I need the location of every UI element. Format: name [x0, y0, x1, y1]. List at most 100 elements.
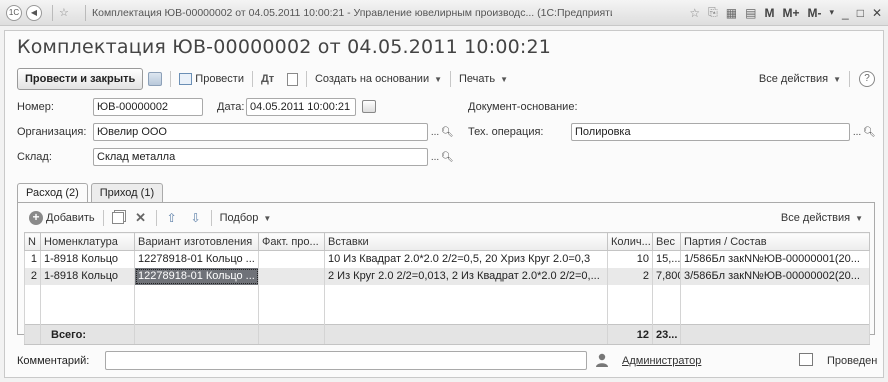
tab-expense[interactable]: Расход (2) [17, 183, 88, 203]
table-all-actions-menu[interactable]: Все действия ▼ [776, 207, 868, 229]
base-document-label: Документ-основание: [468, 101, 578, 113]
calendar-icon[interactable]: ▤ [745, 6, 756, 20]
post-and-close-button[interactable]: Провести и закрыть [17, 68, 144, 90]
date-field[interactable]: 04.05.2011 10:00:21 [246, 98, 356, 116]
all-actions-menu[interactable]: Все действия ▼ [754, 68, 846, 90]
column-header[interactable]: Факт. про... [258, 232, 325, 251]
select-ellipsis-button[interactable]: ... [430, 127, 440, 138]
page-title: Комплектация ЮВ-00000002 от 04.05.2011 1… [17, 36, 552, 58]
organization-label: Организация: [17, 126, 87, 138]
window-controls: ☆ ⎘ ▦ ▤ M M+ M- ▾ _ □ ✕ [689, 5, 882, 20]
footer-total-qty: 12 [607, 324, 653, 345]
number-label: Номер: [17, 101, 54, 113]
copy-icon [111, 212, 124, 224]
cell-weight[interactable]: 15,... [652, 250, 681, 268]
print-label: Печать [459, 73, 496, 85]
open-search-icon[interactable]: 🔍︎ [441, 127, 454, 138]
dropdown-icon[interactable]: ▾ [829, 7, 834, 18]
chevron-down-icon: ▼ [833, 74, 841, 84]
cell-n[interactable]: 2 [24, 267, 41, 285]
cell-batch[interactable]: 1/586Бл закN№ЮВ-00000001(20... [680, 250, 870, 268]
favorite-star-icon[interactable]: ☆ [689, 6, 700, 20]
calendar-icon[interactable] [362, 100, 376, 113]
help-icon[interactable]: ? [859, 71, 875, 87]
cell-fact[interactable] [258, 267, 325, 285]
chevron-down-icon: ▼ [434, 74, 443, 84]
app-logo-icon[interactable]: 1С [6, 4, 22, 21]
arrow-down-icon: ⇩ [190, 211, 201, 225]
memory-m-button[interactable]: M [764, 6, 774, 20]
report-button[interactable] [282, 68, 303, 90]
cell-inserts[interactable]: 10 Из Квадрат 2.0*2.0 2/2=0,5, 20 Хриз К… [324, 250, 608, 268]
cell-weight[interactable]: 7,800 [652, 267, 681, 285]
author-link[interactable]: Администратор [622, 355, 701, 367]
save-button[interactable] [143, 68, 167, 90]
number-field[interactable]: ЮВ-00000002 [93, 98, 203, 116]
delete-row-button[interactable]: ✕ [129, 207, 153, 229]
debit-credit-icon: Дт [260, 73, 275, 85]
back-arrow-icon[interactable]: ◀ [26, 4, 42, 21]
open-search-icon[interactable]: 🔍︎ [441, 152, 454, 163]
footer-total-label: Всего: [40, 324, 135, 345]
column-header[interactable]: Вес [652, 232, 681, 251]
select-ellipsis-button[interactable]: ... [852, 127, 862, 138]
cell-n[interactable]: 1 [24, 250, 41, 268]
selection-menu[interactable]: Подбор ▼ [215, 207, 277, 229]
table-row[interactable]: 1 1-8918 Кольцо 12278918-01 Кольцо ... 1… [24, 250, 870, 268]
save-disk-icon [148, 72, 163, 86]
favorite-star-icon[interactable]: ☆ [59, 6, 73, 19]
column-header[interactable]: Вариант изготовления [134, 232, 259, 251]
table-row[interactable]: 2 1-8918 Кольцо 12278918-01 Кольцо ... 2… [24, 267, 870, 285]
print-menu[interactable]: Печать ▼ [454, 68, 513, 90]
select-ellipsis-button[interactable]: ... [430, 152, 440, 163]
toolbar-separator [849, 71, 850, 87]
move-down-button[interactable]: ⇩ [184, 207, 208, 229]
cell-variant[interactable]: 12278918-01 Кольцо ... [134, 250, 259, 268]
tech-operation-field[interactable]: Полировка [571, 123, 850, 141]
cell-item[interactable]: 1-8918 Кольцо [40, 250, 135, 268]
maximize-button[interactable]: □ [857, 6, 864, 20]
table-footer-row: Всего: 12 23... [24, 324, 870, 345]
cell-qty[interactable]: 2 [607, 267, 653, 285]
memory-mminus-button[interactable]: M- [807, 6, 821, 20]
open-search-icon[interactable]: 🔍︎ [863, 127, 876, 138]
move-up-button[interactable]: ⇧ [160, 207, 184, 229]
cell-inserts[interactable]: 2 Из Круг 2.0 2/2=0,013, 2 Из Квадрат 2.… [324, 267, 608, 285]
toolbar-separator [102, 210, 104, 226]
cell-item[interactable]: 1-8918 Кольцо [40, 267, 135, 285]
expense-table: N Номенклатура Вариант изготовления Факт… [24, 232, 870, 345]
movements-button[interactable]: Дт [256, 68, 282, 90]
toolbar-right: Все действия ▼ ? [754, 68, 875, 90]
post-button[interactable]: Провести [174, 68, 249, 90]
column-header[interactable]: Вставки [324, 232, 608, 251]
tech-operation-label: Тех. операция: [468, 126, 544, 138]
all-actions-label: Все действия [758, 73, 829, 85]
cell-qty[interactable]: 10 [607, 250, 653, 268]
memory-mplus-button[interactable]: M+ [782, 6, 799, 20]
column-header[interactable]: Номенклатура [40, 232, 135, 251]
minimize-button[interactable]: _ [842, 6, 849, 20]
cell-variant[interactable]: 12278918-01 Кольцо ... [134, 267, 259, 285]
cell-fact[interactable] [258, 250, 325, 268]
cell-batch[interactable]: 3/586Бл закN№ЮВ-00000002(20... [680, 267, 870, 285]
link-icon[interactable]: ⎘ [708, 5, 718, 20]
copy-row-button[interactable] [107, 207, 129, 229]
footer-cell [258, 324, 325, 345]
form-toolbar: Провести и закрыть Провести Дт Создать н… [17, 67, 875, 91]
column-header[interactable]: N [24, 232, 41, 251]
warehouse-field[interactable]: Склад металла [93, 148, 428, 166]
add-row-button[interactable]: + Добавить [24, 207, 100, 229]
column-header[interactable]: Колич... [607, 232, 653, 251]
create-based-on-menu[interactable]: Создать на основании ▼ [310, 68, 447, 90]
organization-field[interactable]: Ювелир ООО [93, 123, 428, 141]
comment-field[interactable] [105, 351, 587, 370]
table-empty-area[interactable] [24, 284, 870, 325]
calculator-icon[interactable]: ▦ [726, 6, 737, 20]
toolbar-separator [155, 210, 157, 226]
tech-operation-field-buttons: ... 🔍︎ [852, 123, 876, 141]
titlebar-separator [52, 4, 53, 21]
close-button[interactable]: ✕ [872, 6, 882, 20]
tab-income[interactable]: Приход (1) [90, 183, 164, 202]
toolbar-separator [450, 71, 452, 87]
column-header[interactable]: Партия / Состав [680, 232, 870, 251]
